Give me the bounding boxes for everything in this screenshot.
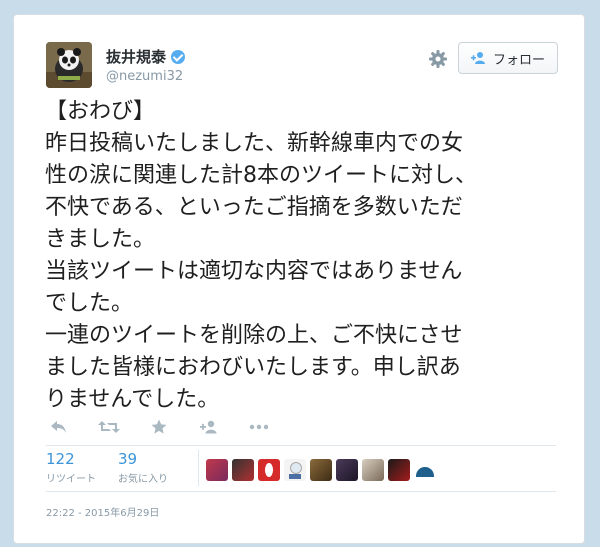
avatar[interactable] <box>414 459 436 481</box>
follow-button[interactable]: フォロー <box>458 42 558 74</box>
add-user-icon <box>470 52 485 64</box>
tweet-stats: 122 リツイート 39 お気に入り <box>46 450 211 486</box>
reply-button[interactable] <box>46 417 72 437</box>
follow-button-label: フォロー <box>492 52 545 68</box>
favorite-count[interactable]: 39 お気に入り <box>118 450 198 485</box>
retweet-count-value: 122 <box>46 450 75 468</box>
avatar[interactable] <box>388 459 410 481</box>
avatar[interactable] <box>362 459 384 481</box>
favorite-count-value: 39 <box>118 450 138 468</box>
retweet-count[interactable]: 122 リツイート <box>46 450 118 485</box>
more-icon <box>249 424 269 430</box>
display-name[interactable]: 抜井規泰 <box>106 46 166 67</box>
add-user-icon <box>200 420 217 434</box>
user-avatar[interactable] <box>46 42 92 88</box>
tweet-timestamp[interactable]: 22:22 - 2015年6月29日 <box>46 504 159 519</box>
verified-badge-icon <box>171 49 186 64</box>
avatar[interactable] <box>310 459 332 481</box>
follow-action-button[interactable] <box>196 417 222 437</box>
panda-avatar-image <box>46 42 92 88</box>
star-icon <box>151 419 167 434</box>
retweet-button[interactable] <box>96 417 122 437</box>
reply-icon <box>51 421 66 433</box>
tweet-text: 【おわび】 昨日投稿いたしました、新幹線車内での女 性の涙に関連した計8本のツイ… <box>45 99 477 412</box>
tweet-actions <box>46 417 272 437</box>
avatar[interactable] <box>284 459 306 481</box>
favorite-button[interactable] <box>146 417 172 437</box>
favorited-by-avatars <box>206 459 436 481</box>
user-name-row[interactable]: 抜井規泰 <box>106 46 186 67</box>
retweet-icon <box>98 421 120 433</box>
avatar[interactable] <box>336 459 358 481</box>
divider <box>46 445 556 446</box>
avatar[interactable] <box>232 459 254 481</box>
favorite-count-label: お気に入り <box>118 474 168 485</box>
retweet-count-label: リツイート <box>46 474 96 485</box>
gear-icon[interactable] <box>427 48 449 70</box>
tweet-card: 抜井規泰 @nezumi32 フォロー 【おわび】 昨日投稿いたしました、新幹線… <box>13 14 585 544</box>
divider <box>46 491 556 492</box>
avatar[interactable] <box>258 459 280 481</box>
avatar[interactable] <box>206 459 228 481</box>
stats-divider <box>198 450 199 486</box>
more-button[interactable] <box>246 417 272 437</box>
user-handle[interactable]: @nezumi32 <box>106 69 183 84</box>
